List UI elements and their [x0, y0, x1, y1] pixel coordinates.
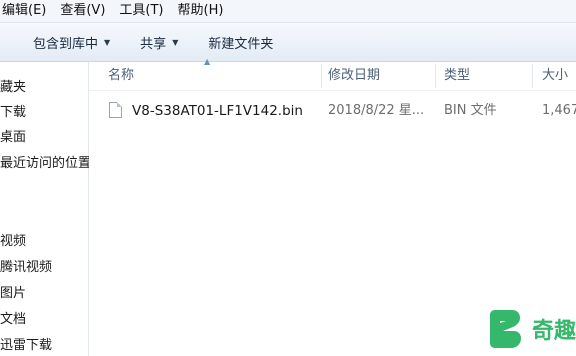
share-button[interactable]: 共享 ▼ [132, 29, 186, 55]
file-date: 2018/8/22 星... [328, 103, 425, 118]
include-in-library-button[interactable]: 包含到库中 ▼ [25, 29, 118, 55]
nav-item-xunlei-downloads[interactable]: 迅雷下载 [0, 334, 52, 353]
column-header-row: ▲ 名称 修改日期 类型 大小 [89, 57, 576, 91]
nav-item-tencent-video[interactable]: 腾讯视频 [0, 256, 52, 275]
chevron-down-icon: ▼ [172, 37, 179, 47]
column-divider[interactable] [435, 64, 436, 88]
navigation-pane: 藏夹 下载 桌面 最近访问的位置 视频 腾讯视频 图片 文档 迅雷下载 [0, 62, 91, 356]
nav-item-pictures[interactable]: 图片 [0, 282, 26, 301]
include-in-library-label: 包含到库中 [33, 36, 99, 52]
menu-view[interactable]: 查看(V) [53, 0, 112, 22]
column-divider[interactable] [321, 64, 322, 88]
file-type: BIN 文件 [444, 103, 497, 118]
column-header-type[interactable]: 类型 [444, 62, 470, 90]
file-size: 1,467 [542, 103, 576, 118]
column-header-size[interactable]: 大小 [542, 62, 568, 90]
watermark-text: 奇趣 [532, 319, 576, 344]
file-name: V8-S38AT01-LF1V142.bin [132, 103, 303, 119]
column-header-date[interactable]: 修改日期 [328, 62, 380, 90]
menu-edit[interactable]: 编辑(E) [0, 0, 53, 22]
file-row[interactable]: V8-S38AT01-LF1V142.bin 2018/8/22 星... BI… [89, 100, 576, 122]
new-folder-button[interactable]: 新建文件夹 [200, 29, 281, 55]
nav-item-documents[interactable]: 文档 [0, 308, 26, 327]
menu-help[interactable]: 帮助(H) [171, 0, 231, 22]
watermark-logo: 奇趣 [486, 305, 576, 356]
nav-item-recent-places[interactable]: 最近访问的位置 [0, 152, 91, 171]
menu-tools[interactable]: 工具(T) [112, 0, 170, 22]
file-icon [109, 102, 122, 118]
nav-item-downloads[interactable]: 下载 [0, 101, 26, 120]
command-bar: 包含到库中 ▼ 共享 ▼ 新建文件夹 [0, 23, 576, 62]
sort-ascending-icon: ▲ [204, 57, 211, 66]
column-header-name[interactable]: 名称 [108, 62, 134, 90]
qiqu-logo-icon [490, 310, 521, 348]
menu-bar: 编辑(E) 查看(V) 工具(T) 帮助(H) [0, 0, 576, 23]
nav-item-videos[interactable]: 视频 [0, 230, 26, 249]
new-folder-label: 新建文件夹 [208, 36, 274, 52]
share-label: 共享 [140, 36, 167, 52]
column-divider[interactable] [532, 64, 533, 88]
chevron-down-icon: ▼ [104, 37, 111, 47]
nav-item-desktop[interactable]: 桌面 [0, 126, 26, 145]
nav-item-favorites[interactable]: 藏夹 [0, 76, 26, 95]
